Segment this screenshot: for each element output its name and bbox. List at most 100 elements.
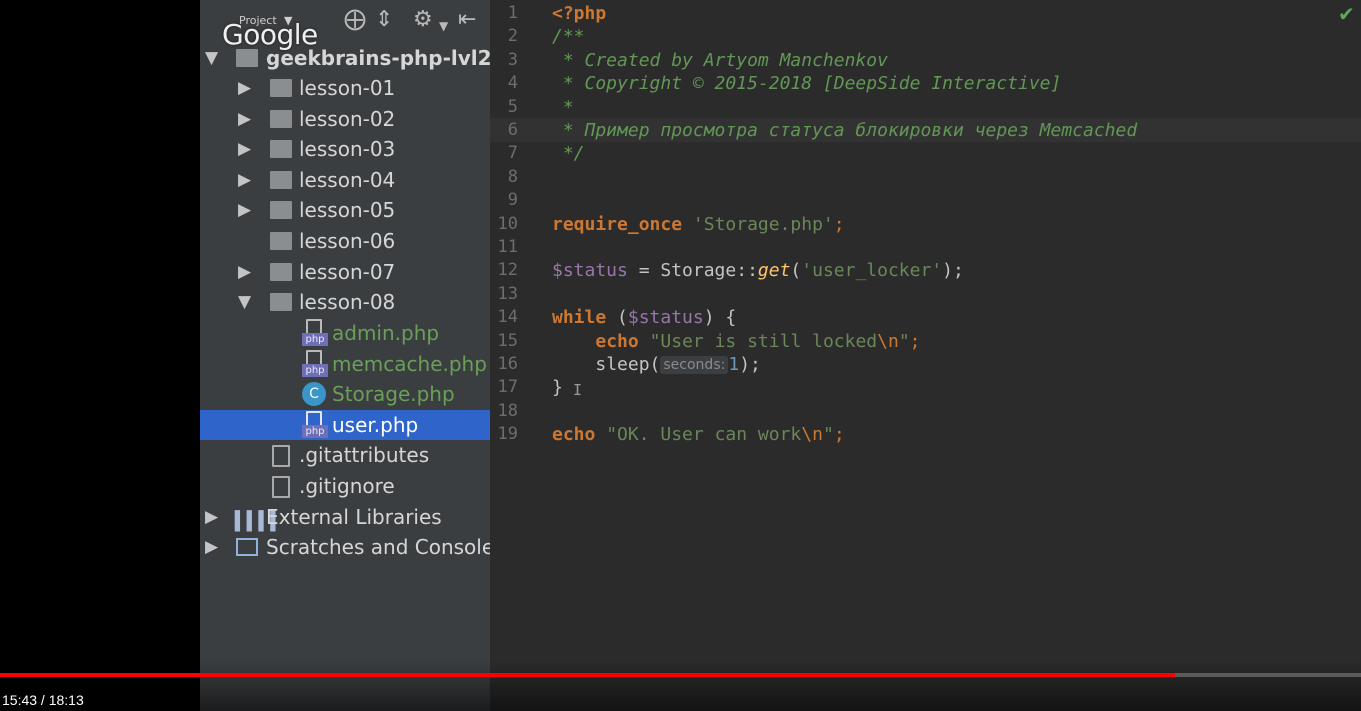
tree-item-label: lesson-01 xyxy=(299,76,396,100)
code-line-16: sleep(seconds: 1); xyxy=(552,353,761,376)
tree-item-label: lesson-06 xyxy=(299,229,396,253)
text-file-icon xyxy=(272,445,290,467)
folder-icon xyxy=(270,140,292,158)
tree-item-user-php[interactable]: php user.php xyxy=(200,410,490,440)
collapsed-arrow-icon[interactable]: ▶ xyxy=(238,73,251,103)
code-editor[interactable]: 1 2 3 4 5 6 7 8 9 10 11 12 13 14 15 16 1… xyxy=(490,0,1361,711)
string-literal: "User is still locked xyxy=(649,330,878,352)
tree-item-lesson-01[interactable]: ▶ lesson-01 xyxy=(200,73,490,103)
tree-item-label: .gitignore xyxy=(299,474,395,498)
code-line-10: require_once 'Storage.php'; xyxy=(552,213,845,236)
function-call: sleep( xyxy=(595,354,661,375)
line-number: 6 xyxy=(507,120,518,140)
php-file-icon: php xyxy=(302,319,328,347)
line-number: 17 xyxy=(497,377,518,398)
collapse-all-icon[interactable]: ⇕ xyxy=(375,8,393,32)
expand-arrow-icon[interactable]: ▼ xyxy=(238,287,251,317)
gear-icon[interactable]: ⚙ xyxy=(413,8,433,32)
collapsed-arrow-icon[interactable]: ▶ xyxy=(238,195,251,225)
closing-brace: } xyxy=(552,377,563,399)
code-text: = Storage:: xyxy=(627,260,758,282)
code-text: ( xyxy=(606,307,628,329)
tree-item-scratches[interactable]: ▶ Scratches and Consoles xyxy=(200,532,490,562)
keyword: echo xyxy=(595,330,639,352)
hide-panel-icon[interactable]: ⇤ xyxy=(458,8,476,32)
tree-item-lesson-02[interactable]: ▶ lesson-02 xyxy=(200,104,490,134)
doc-comment: */ xyxy=(552,143,585,165)
collapsed-arrow-icon[interactable]: ▶ xyxy=(205,502,218,532)
collapsed-arrow-icon[interactable]: ▶ xyxy=(238,257,251,287)
semicolon: ; xyxy=(909,330,921,352)
tree-item-lesson-07[interactable]: ▶ lesson-07 xyxy=(200,257,490,287)
code-line-7: */ xyxy=(552,142,585,165)
video-controls-shade xyxy=(0,660,1361,711)
tree-item-label: lesson-04 xyxy=(299,168,396,192)
tree-item-root[interactable]: ▼ geekbrains-php-lvl2 xyxy=(200,43,490,73)
line-number: 9 xyxy=(507,190,518,211)
collapsed-arrow-icon[interactable]: ▶ xyxy=(238,165,251,195)
folder-icon xyxy=(270,263,292,281)
tree-item-lesson-04[interactable]: ▶ lesson-04 xyxy=(200,165,490,195)
collapsed-arrow-icon[interactable]: ▶ xyxy=(238,134,251,164)
tree-item-label: lesson-07 xyxy=(299,260,396,284)
line-number: 15 xyxy=(497,330,518,351)
folder-icon xyxy=(270,79,292,97)
tree-item-label: .gitattributes xyxy=(299,443,430,467)
text-cursor-icon: I xyxy=(573,381,583,399)
chevron-down-icon[interactable]: ▼ xyxy=(439,14,448,38)
code-line-6: * Пример просмотра статуса блокировки че… xyxy=(552,119,1137,142)
tree-item-label: lesson-02 xyxy=(299,107,396,131)
tree-item-lesson-03[interactable]: ▶ lesson-03 xyxy=(200,134,490,164)
tree-item-external-libraries[interactable]: ▶ ▍▍▍▍ External Libraries xyxy=(200,502,490,532)
tree-item-admin-php[interactable]: php admin.php xyxy=(200,318,490,348)
line-number: 19 xyxy=(497,424,518,445)
project-toolbar: Project ▼ ⨁ ⇕ ⚙ ▼ ⇤ Google xyxy=(200,0,490,52)
php-open-tag: <?php xyxy=(552,3,607,24)
video-progress-bar[interactable] xyxy=(0,673,1361,677)
folder-icon xyxy=(270,232,292,250)
tree-item-gitattributes[interactable]: .gitattributes xyxy=(200,440,490,470)
code-line-15: echo "User is still locked\n"; xyxy=(552,330,921,353)
tree-item-memcache-php[interactable]: php memcache.php xyxy=(200,349,490,379)
code-line-14: while ($status) { xyxy=(552,306,736,329)
doc-comment: * Пример просмотра статуса блокировки че… xyxy=(552,120,1138,141)
expand-arrow-icon[interactable]: ▼ xyxy=(205,43,218,73)
php-file-icon: php xyxy=(302,350,328,378)
php-file-icon: php xyxy=(302,411,328,439)
line-number: 14 xyxy=(497,307,518,328)
code-text: ); xyxy=(942,260,964,282)
tree-item-lesson-05[interactable]: ▶ lesson-05 xyxy=(200,195,490,225)
folder-icon xyxy=(270,201,292,219)
tree-item-label: geekbrains-php-lvl2 xyxy=(266,46,490,70)
crosshair-icon[interactable]: ⨁ xyxy=(344,8,366,32)
doc-comment: * Created by Artyom Manchenkov xyxy=(552,49,888,71)
tree-item-label: user.php xyxy=(332,413,419,437)
code-line-12: $status = Storage::get('user_locker'); xyxy=(552,259,964,282)
semicolon: ; xyxy=(833,424,845,446)
tree-item-storage-php[interactable]: C Storage.php xyxy=(200,379,490,409)
line-number: 2 xyxy=(507,26,518,47)
tree-item-lesson-06[interactable]: lesson-06 xyxy=(200,226,490,256)
tree-item-gitignore[interactable]: .gitignore xyxy=(200,471,490,501)
tree-item-lesson-08[interactable]: ▼ lesson-08 xyxy=(200,287,490,317)
time-separator: / xyxy=(37,692,49,708)
collapsed-arrow-icon[interactable]: ▶ xyxy=(205,532,218,562)
text-file-icon xyxy=(272,476,290,498)
tree-item-label: admin.php xyxy=(332,321,440,345)
video-progress-fill xyxy=(0,673,1175,677)
code-line-1: <?php xyxy=(552,2,606,25)
video-letterbox xyxy=(0,0,200,711)
line-number-gutter: 1 2 3 4 5 6 7 8 9 10 11 12 13 14 15 16 1… xyxy=(490,0,536,711)
checkmark-icon: ✔ xyxy=(1338,2,1355,26)
escape-sequence: \n xyxy=(801,424,823,446)
code-text: ); xyxy=(739,354,761,375)
line-number: 8 xyxy=(507,166,518,187)
line-number: 16 xyxy=(497,354,518,374)
doc-comment: * xyxy=(552,96,574,118)
keyword: echo xyxy=(552,424,596,446)
variable: $status xyxy=(552,260,628,282)
keyword: while xyxy=(552,307,607,329)
collapsed-arrow-icon[interactable]: ▶ xyxy=(238,104,251,134)
line-number: 7 xyxy=(507,143,518,164)
code-line-4: * Copyright © 2015-2018 [DeepSide Intera… xyxy=(552,72,1062,95)
